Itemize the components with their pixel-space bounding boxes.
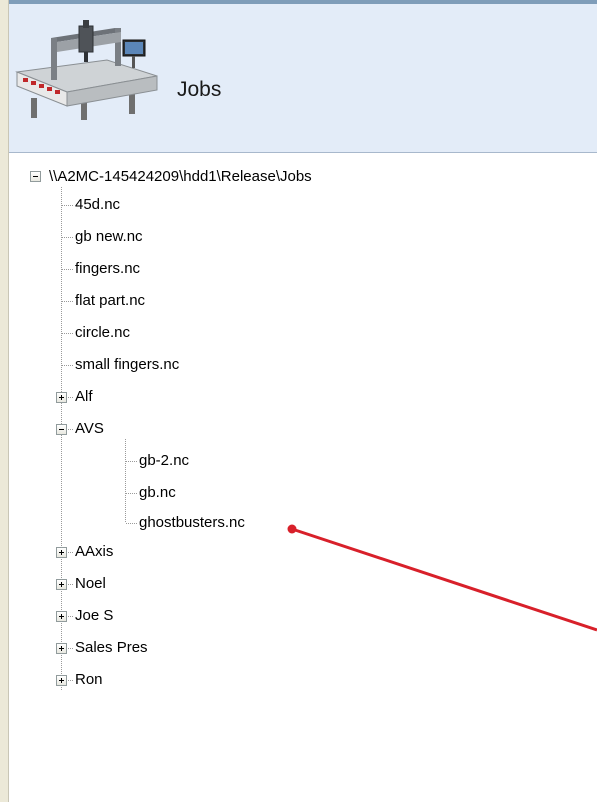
folder-expand-toggle[interactable] xyxy=(56,675,67,686)
tree-file-item[interactable]: gb.nc xyxy=(139,484,176,502)
tree-connector xyxy=(62,365,74,366)
tree-connector xyxy=(62,269,74,270)
tree-file-ghostbusters[interactable]: ghostbusters.nc xyxy=(139,514,245,532)
tree-file-item[interactable]: circle.nc xyxy=(75,324,130,342)
tree-folder-sales-pres[interactable]: Sales Pres xyxy=(75,639,148,657)
folder-collapse-toggle[interactable] xyxy=(56,424,67,435)
tree-connector xyxy=(62,333,74,334)
cnc-router-machine-icon xyxy=(11,16,161,130)
tree-connector xyxy=(68,397,74,398)
tree-file-item[interactable]: small fingers.nc xyxy=(75,356,179,374)
tree-folder-noel[interactable]: Noel xyxy=(75,575,106,593)
tree-connector xyxy=(62,237,74,238)
avs-branch-line xyxy=(125,439,126,523)
tree-file-item[interactable]: gb new.nc xyxy=(75,228,143,246)
folder-expand-toggle[interactable] xyxy=(56,643,67,654)
folder-expand-toggle[interactable] xyxy=(56,611,67,622)
tree-connector xyxy=(68,584,74,585)
tree-folder-alf[interactable]: Alf xyxy=(75,388,93,406)
page-title: Jobs xyxy=(177,78,222,101)
folder-expand-toggle[interactable] xyxy=(56,547,67,558)
tree-folder-aaxis[interactable]: AAxis xyxy=(75,543,113,561)
tree-folder-ron[interactable]: Ron xyxy=(75,671,103,689)
tree-connector xyxy=(62,301,74,302)
tree-file-item[interactable]: flat part.nc xyxy=(75,292,145,310)
root-collapse-toggle[interactable] xyxy=(30,171,41,182)
tree-connector xyxy=(126,493,138,494)
jobs-header: Jobs xyxy=(9,4,597,153)
folder-expand-toggle[interactable] xyxy=(56,392,67,403)
tree-connector xyxy=(68,616,74,617)
tree-connector xyxy=(68,680,74,681)
tree-folder-joe-s[interactable]: Joe S xyxy=(75,607,113,625)
jobs-window: Jobs \\A2MC-145424209\hdd1\Release\Jobs … xyxy=(0,0,597,802)
tree-file-item[interactable]: 45d.nc xyxy=(75,196,120,214)
window-left-border xyxy=(0,0,9,802)
tree-connector xyxy=(68,648,74,649)
tree-root-path[interactable]: \\A2MC-145424209\hdd1\Release\Jobs xyxy=(49,168,312,186)
tree-folder-avs[interactable]: AVS xyxy=(75,420,104,438)
jobs-tree-view[interactable]: \\A2MC-145424209\hdd1\Release\Jobs 45d.n… xyxy=(9,153,597,802)
tree-file-item[interactable]: gb-2.nc xyxy=(139,452,189,470)
folder-expand-toggle[interactable] xyxy=(56,579,67,590)
tree-connector xyxy=(62,205,74,206)
tree-connector xyxy=(126,461,138,462)
tree-connector xyxy=(126,523,138,524)
tree-connector xyxy=(68,429,74,430)
tree-connector xyxy=(68,552,74,553)
tree-file-item[interactable]: fingers.nc xyxy=(75,260,140,278)
